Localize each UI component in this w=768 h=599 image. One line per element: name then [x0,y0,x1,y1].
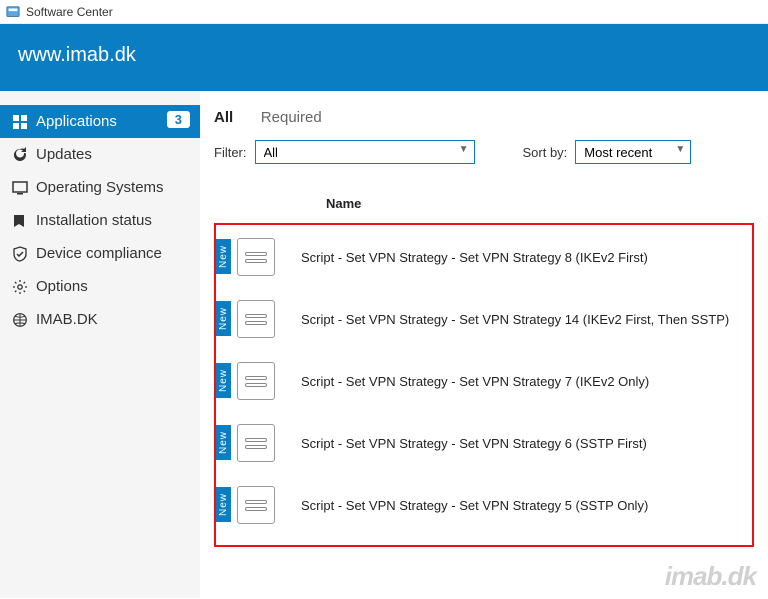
new-badge: New [216,425,231,460]
sidebar-item-label: Operating Systems [36,179,164,196]
app-icon [6,5,20,19]
sidebar-item-updates[interactable]: Updates [0,138,200,171]
sidebar-item-label: Options [36,278,88,295]
new-badge: New [216,239,231,274]
sidebar-item-options[interactable]: Options [0,270,200,303]
sidebar-item-applications[interactable]: Applications 3 [0,105,200,138]
site-url: www.imab.dk [18,44,136,66]
list-item[interactable]: New Script - Set VPN Strategy - Set VPN … [216,231,752,283]
filter-select[interactable]: All [255,140,475,164]
os-icon [12,180,28,196]
list-item[interactable]: New Script - Set VPN Strategy - Set VPN … [216,417,752,469]
filter-bar: Filter: All Sort by: Most recent [214,140,754,164]
app-list-highlight: New Script - Set VPN Strategy - Set VPN … [214,223,754,547]
script-icon [237,424,275,462]
script-icon [237,300,275,338]
site-banner: www.imab.dk [0,24,768,91]
sidebar: Applications 3 Updates Operating Systems… [0,91,200,598]
sidebar-item-installation-status[interactable]: Installation status [0,204,200,237]
sidebar-item-label: Device compliance [36,245,162,262]
app-name: Script - Set VPN Strategy - Set VPN Stra… [301,250,648,265]
sidebar-item-label: Updates [36,146,92,163]
window-title: Software Center [26,5,113,19]
script-icon [237,486,275,524]
watermark: imab.dk [665,561,756,592]
applications-icon [12,114,28,130]
new-badge: New [216,363,231,398]
sidebar-item-label: IMAB.DK [36,311,98,328]
script-icon [237,362,275,400]
updates-icon [12,147,28,163]
app-name: Script - Set VPN Strategy - Set VPN Stra… [301,312,729,327]
sidebar-item-imabdk[interactable]: IMAB.DK [0,303,200,336]
main-content: All Required Filter: All Sort by: Most r… [200,91,768,598]
app-name: Script - Set VPN Strategy - Set VPN Stra… [301,498,648,513]
sidebar-item-label: Installation status [36,212,152,229]
list-item[interactable]: New Script - Set VPN Strategy - Set VPN … [216,293,752,345]
column-header-name[interactable]: Name [214,196,754,211]
globe-icon [12,312,28,328]
script-icon [237,238,275,276]
sidebar-item-label: Applications [36,113,117,130]
applications-badge: 3 [167,111,190,128]
tab-required[interactable]: Required [261,109,322,126]
list-item[interactable]: New Script - Set VPN Strategy - Set VPN … [216,479,752,531]
app-name: Script - Set VPN Strategy - Set VPN Stra… [301,374,649,389]
list-item[interactable]: New Script - Set VPN Strategy - Set VPN … [216,355,752,407]
status-icon [12,213,28,229]
sort-label: Sort by: [523,145,568,160]
sort-select[interactable]: Most recent [575,140,691,164]
new-badge: New [216,487,231,522]
gear-icon [12,279,28,295]
window-titlebar: Software Center [0,0,768,24]
tabs: All Required [214,109,754,126]
tab-all[interactable]: All [214,109,233,126]
sidebar-item-device-compliance[interactable]: Device compliance [0,237,200,270]
sidebar-item-operating-systems[interactable]: Operating Systems [0,171,200,204]
compliance-icon [12,246,28,262]
app-name: Script - Set VPN Strategy - Set VPN Stra… [301,436,647,451]
new-badge: New [216,301,231,336]
filter-label: Filter: [214,145,247,160]
